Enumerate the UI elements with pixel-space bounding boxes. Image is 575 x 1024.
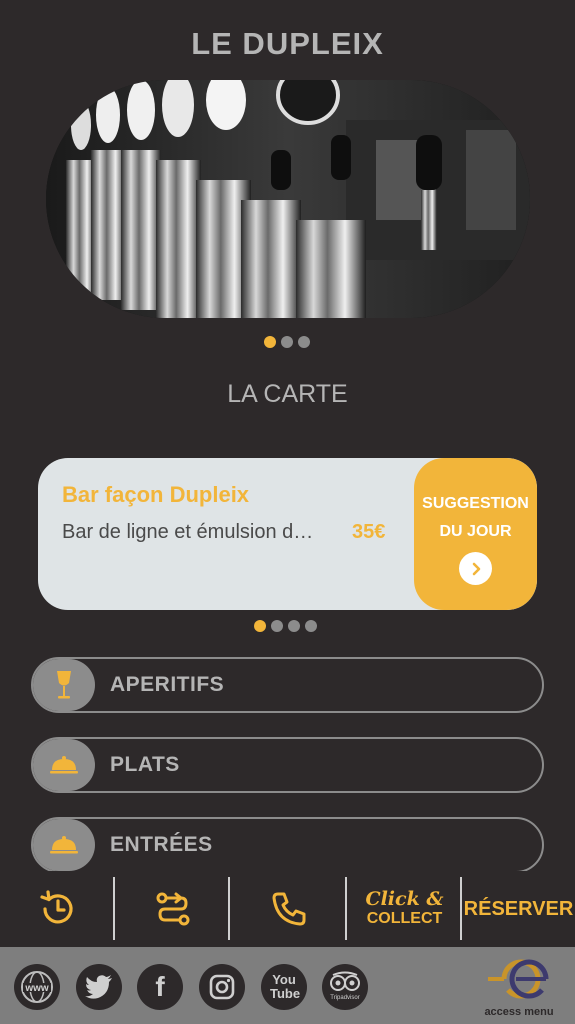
suggestion-dot[interactable] <box>271 620 283 632</box>
youtube-label: You Tube <box>270 972 301 1001</box>
reserve-label: RÉSERVER <box>463 897 574 920</box>
facebook-icon[interactable]: f <box>137 964 183 1010</box>
hero-dot[interactable] <box>281 336 293 348</box>
directions-button[interactable] <box>115 871 230 947</box>
footer: www f You Tube Tripadvisor access menu <box>0 947 575 1024</box>
chevron-right-icon[interactable] <box>459 552 492 585</box>
www-icon[interactable]: www <box>14 964 60 1010</box>
access-menu-logo: access menu <box>474 954 564 1020</box>
category-plats[interactable]: PLATS <box>31 737 544 793</box>
category-entrees[interactable]: ENTRÉES <box>31 817 544 873</box>
cloche-icon <box>33 819 95 871</box>
suggestion-dot[interactable] <box>305 620 317 632</box>
reserve-button[interactable]: RÉSERVER <box>462 871 575 947</box>
category-aperitifs[interactable]: APERITIFS <box>31 657 544 713</box>
dish-price: 35€ <box>352 521 386 543</box>
tripadvisor-icon[interactable]: Tripadvisor <box>322 964 368 1010</box>
hero-image <box>46 80 530 318</box>
cloche-icon <box>33 739 95 791</box>
category-label: PLATS <box>110 753 180 776</box>
hero-pagination[interactable] <box>264 336 310 348</box>
facebook-label: f <box>155 971 165 1002</box>
hero-dot[interactable] <box>298 336 310 348</box>
category-label: ENTRÉES <box>110 833 213 856</box>
click-collect-button[interactable]: Click & COLLECT <box>347 871 462 947</box>
suggestion-card[interactable]: Bar façon Dupleix Bar de ligne et émulsi… <box>38 458 537 610</box>
phone-icon <box>272 892 305 926</box>
history-icon <box>39 890 73 924</box>
section-title: LA CARTE <box>227 380 348 408</box>
hero-dot[interactable] <box>264 336 276 348</box>
dish-description: Bar de ligne et émulsion d… <box>62 521 314 543</box>
suggestion-du-jour-panel[interactable]: SUGGESTION DU JOUR <box>414 458 537 610</box>
youtube-icon[interactable]: You Tube <box>261 964 307 1010</box>
click-collect-label-bottom: COLLECT <box>366 910 443 927</box>
twitter-icon[interactable] <box>76 964 122 1010</box>
app-title: LE DUPLEIX <box>191 26 384 61</box>
brand-label: access menu <box>484 1006 554 1018</box>
suggestion-label: SUGGESTION DU JOUR <box>422 495 529 540</box>
suggestion-pagination[interactable] <box>254 620 317 632</box>
click-collect-label-top: Click & <box>365 888 444 910</box>
category-label: APERITIFS <box>110 673 225 696</box>
hero-carousel[interactable] <box>46 80 530 318</box>
instagram-icon[interactable] <box>199 964 245 1010</box>
tripadvisor-label: Tripadvisor <box>330 995 359 1001</box>
suggestion-dot[interactable] <box>288 620 300 632</box>
route-icon <box>156 892 189 926</box>
dish-name: Bar façon Dupleix <box>62 482 250 507</box>
wine-glass-icon <box>33 659 95 711</box>
www-label: www <box>24 983 49 994</box>
action-bar: Click & COLLECT RÉSERVER <box>0 871 575 947</box>
suggestion-dot[interactable] <box>254 620 266 632</box>
history-button[interactable] <box>0 871 115 947</box>
call-button[interactable] <box>230 871 347 947</box>
